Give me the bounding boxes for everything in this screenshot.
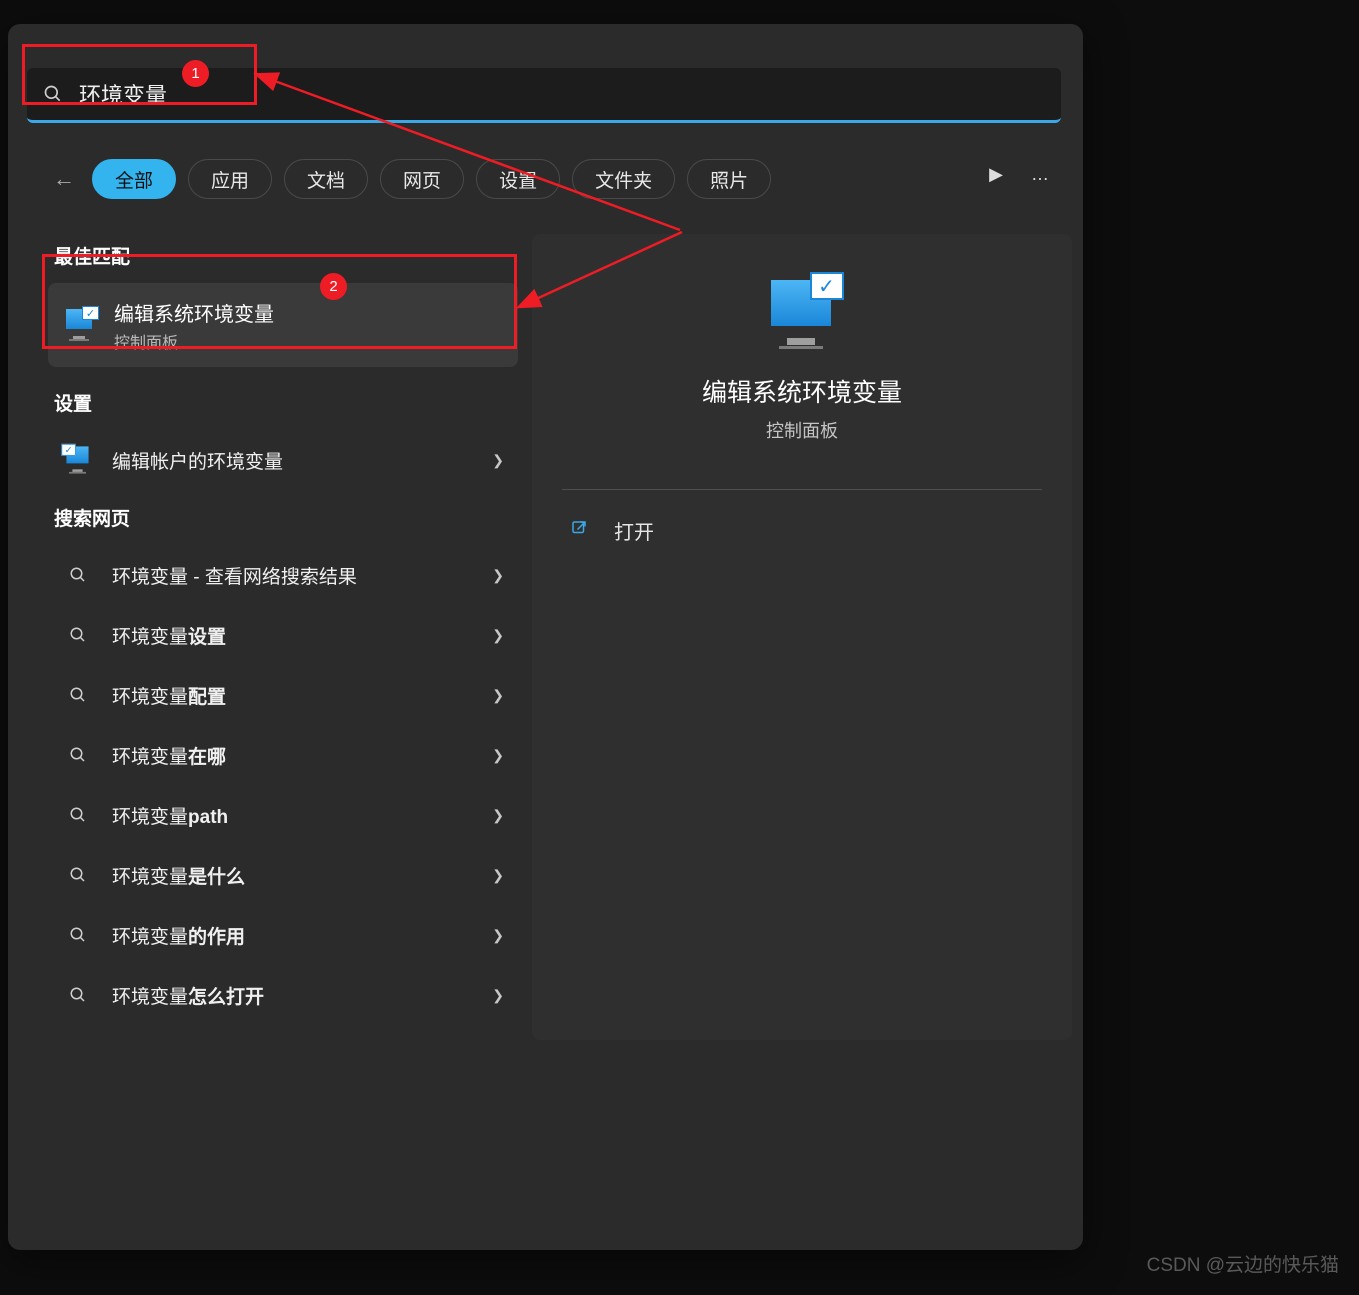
web-item-label: 环境变量path — [112, 802, 228, 829]
filter-row: ← 全部 应用 文档 网页 设置 文件夹 照片 — [48, 156, 1053, 202]
control-panel-icon: ✓ — [64, 309, 96, 341]
web-item-label: 环境变量配置 — [112, 682, 226, 709]
chevron-right-icon: ❯ — [492, 747, 504, 764]
search-icon — [64, 806, 92, 824]
search-icon — [64, 986, 92, 1004]
chevron-right-icon: ❯ — [492, 627, 504, 644]
search-icon — [64, 686, 92, 704]
open-icon — [570, 519, 588, 542]
control-panel-icon-small: ✓ — [64, 444, 92, 476]
best-match-header: 最佳匹配 — [54, 242, 518, 269]
best-match-title: 编辑系统环境变量 — [114, 298, 274, 327]
play-icon[interactable]: ▶ — [989, 164, 1003, 185]
more-icon[interactable]: … — [1031, 164, 1049, 185]
open-action[interactable]: 打开 — [562, 490, 1042, 571]
web-header: 搜索网页 — [54, 504, 518, 531]
filter-all[interactable]: 全部 — [92, 159, 176, 199]
web-item-label: 环境变量的作用 — [112, 922, 245, 949]
preview-pane: ✓ 编辑系统环境变量 控制面板 打开 — [532, 234, 1072, 1040]
preview-subtitle: 控制面板 — [562, 417, 1042, 443]
settings-header: 设置 — [54, 389, 518, 416]
search-window: 环境变量 ← 全部 应用 文档 网页 设置 文件夹 照片 ▶ … 最佳匹配 ✓ … — [8, 24, 1083, 1250]
filter-photos[interactable]: 照片 — [687, 159, 771, 199]
preview-title: 编辑系统环境变量 — [562, 373, 1042, 409]
web-item-label: 环境变量是什么 — [112, 862, 245, 889]
search-icon — [27, 84, 79, 104]
web-item-3[interactable]: 环境变量在哪 ❯ — [48, 725, 518, 785]
preview-icon: ✓ — [765, 274, 840, 349]
chevron-right-icon: ❯ — [492, 927, 504, 944]
web-item-1[interactable]: 环境变量设置 ❯ — [48, 605, 518, 665]
best-match-subtitle: 控制面板 — [114, 329, 274, 353]
search-icon — [64, 626, 92, 644]
open-label: 打开 — [614, 516, 654, 545]
search-input-container[interactable]: 环境变量 — [27, 68, 1061, 123]
chevron-right-icon: ❯ — [492, 452, 504, 469]
best-match-item[interactable]: ✓ 编辑系统环境变量 控制面板 — [48, 283, 518, 367]
filter-apps[interactable]: 应用 — [188, 159, 272, 199]
web-item-label: 环境变量设置 — [112, 622, 226, 649]
filter-docs[interactable]: 文档 — [284, 159, 368, 199]
web-item-2[interactable]: 环境变量配置 ❯ — [48, 665, 518, 725]
settings-item-label: 编辑帐户的环境变量 — [112, 447, 283, 474]
filter-web[interactable]: 网页 — [380, 159, 464, 199]
web-item-5[interactable]: 环境变量是什么 ❯ — [48, 845, 518, 905]
web-item-6[interactable]: 环境变量的作用 ❯ — [48, 905, 518, 965]
search-input-text[interactable]: 环境变量 — [79, 78, 167, 110]
chevron-right-icon: ❯ — [492, 987, 504, 1004]
filter-settings[interactable]: 设置 — [476, 159, 560, 199]
chevron-right-icon: ❯ — [492, 687, 504, 704]
watermark: CSDN @云边的快乐猫 — [1147, 1250, 1339, 1277]
web-item-label: 环境变量 - 查看网络搜索结果 — [112, 562, 357, 589]
search-icon — [64, 746, 92, 764]
web-item-label: 环境变量怎么打开 — [112, 982, 264, 1009]
web-item-label: 环境变量在哪 — [112, 742, 226, 769]
chevron-right-icon: ❯ — [492, 567, 504, 584]
results-column: 最佳匹配 ✓ 编辑系统环境变量 控制面板 设置 ✓ 编辑帐户的环境变量 ❯ 搜索… — [48, 234, 518, 1230]
chevron-right-icon: ❯ — [492, 807, 504, 824]
search-icon — [64, 566, 92, 584]
back-arrow-icon[interactable]: ← — [48, 166, 80, 192]
chevron-right-icon: ❯ — [492, 867, 504, 884]
web-item-7[interactable]: 环境变量怎么打开 ❯ — [48, 965, 518, 1025]
web-item-4[interactable]: 环境变量path ❯ — [48, 785, 518, 845]
filter-folders[interactable]: 文件夹 — [572, 159, 675, 199]
search-icon — [64, 866, 92, 884]
settings-item-0[interactable]: ✓ 编辑帐户的环境变量 ❯ — [48, 430, 518, 490]
web-item-0[interactable]: 环境变量 - 查看网络搜索结果 ❯ — [48, 545, 518, 605]
search-icon — [64, 926, 92, 944]
